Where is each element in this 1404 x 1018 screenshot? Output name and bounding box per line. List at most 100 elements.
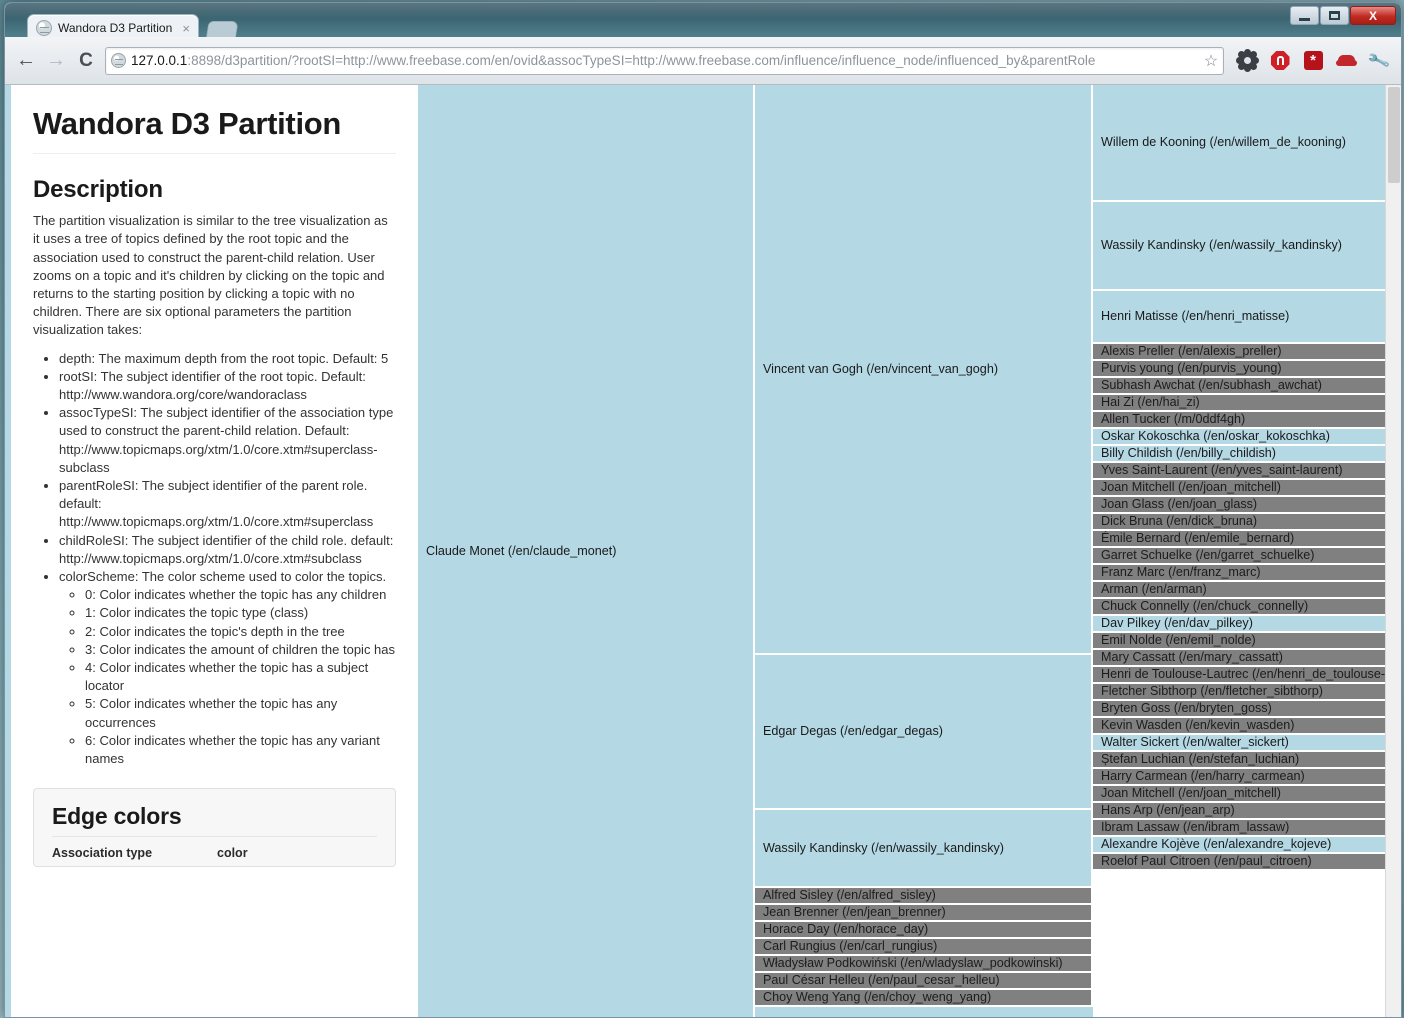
partition-cell[interactable]: Mary Cassatt (/en/mary_cassatt) <box>1093 650 1396 667</box>
red-sofa-icon[interactable] <box>1330 45 1362 77</box>
gear-icon[interactable] <box>1231 45 1263 77</box>
partition-cell[interactable]: Hans Arp (/en/jean_arp) <box>1093 803 1396 820</box>
maximize-button[interactable] <box>1320 6 1349 25</box>
desktop-background: Wandora D3 Partition × X ← → C 127.0.0.1… <box>0 0 1404 1018</box>
minimize-button[interactable] <box>1290 6 1319 25</box>
partition-cell-label: Joan Mitchell (/en/joan_mitchell) <box>1093 481 1281 494</box>
scrollbar-thumb[interactable] <box>1388 87 1400 183</box>
edge-colors-heading: Edge colors <box>52 803 377 830</box>
partition-cell[interactable]: Joan Mitchell (/en/joan_mitchell) <box>1093 786 1396 803</box>
partition-cell[interactable]: Subhash Awchat (/en/subhash_awchat) <box>1093 378 1396 395</box>
partition-cell[interactable]: Purvis young (/en/purvis_young) <box>1093 361 1396 378</box>
partition-cell-label: Horace Day (/en/horace_day) <box>755 923 928 936</box>
partition-cell-label: Allen Tucker (/m/0ddf4gh) <box>1093 413 1245 426</box>
list-item: 5: Color indicates whether the topic has… <box>85 695 396 731</box>
partition-cell[interactable]: Joan Glass (/en/joan_glass) <box>1093 497 1396 514</box>
partition-cell[interactable]: Kevin Wasden (/en/kevin_wasden) <box>1093 718 1396 735</box>
title-divider <box>33 153 396 154</box>
partition-cell[interactable]: Arman (/en/arman) <box>1093 582 1396 599</box>
partition-cell[interactable]: Edgar Degas (/en/edgar_degas) <box>755 655 1093 810</box>
partition-cell[interactable]: Carl Rungius (/en/carl_rungius) <box>755 939 1093 956</box>
partition-cell-label: Carl Rungius (/en/carl_rungius) <box>755 940 937 953</box>
adblock-stop-icon[interactable] <box>1264 45 1296 77</box>
url-text: 127.0.0.1:8898/d3partition/?rootSI=http:… <box>131 48 1201 74</box>
partition-cell[interactable]: Ibram Lassaw (/en/ibram_lassaw) <box>1093 820 1396 837</box>
partition-cell[interactable]: Dick Bruna (/en/dick_bruna) <box>1093 514 1396 531</box>
bookmark-star-icon[interactable]: ☆ <box>1201 51 1221 71</box>
partition-cell[interactable]: Hai Zi (/en/hai_zi) <box>1093 395 1396 412</box>
partition-cell-label: Billy Childish (/en/billy_childish) <box>1093 447 1276 460</box>
list-item-color-scheme: colorScheme: The color scheme used to co… <box>59 568 396 768</box>
list-item: 3: Color indicates the amount of childre… <box>85 641 396 659</box>
partition-cell[interactable]: Wassily Kandinsky (/en/wassily_kandinsky… <box>755 810 1093 888</box>
partition-cell[interactable]: Paul César Helleu (/en/paul_cesar_helleu… <box>755 973 1093 990</box>
partition-cell-label: Ibram Lassaw (/en/ibram_lassaw) <box>1093 821 1289 834</box>
partition-cell[interactable]: Choy Weng Yang (/en/choy_weng_yang) <box>755 990 1093 1007</box>
edge-colors-divider <box>52 836 377 837</box>
partition-cell[interactable]: Roelof Paul Citroen (/en/paul_citroen) <box>1093 854 1396 871</box>
partition-cell[interactable]: Willem de Kooning (/en/willem_de_kooning… <box>1093 85 1396 202</box>
partition-cell[interactable]: Claude Monet (/en/claude_monet) <box>418 85 755 1018</box>
partition-cell-label: Émile Bernard (/en/emile_bernard) <box>1093 532 1294 545</box>
close-icon[interactable]: × <box>180 22 192 35</box>
partition-cell-label: Alfred Sisley (/en/alfred_sisley) <box>755 889 936 902</box>
partition-cell-label: Kevin Wasden (/en/kevin_wasden) <box>1093 719 1294 732</box>
partition-cell[interactable]: Dav Pilkey (/en/dav_pilkey) <box>1093 616 1396 633</box>
partition-cell[interactable]: Oskar Kokoschka (/en/oskar_kokoschka) <box>1093 429 1396 446</box>
partition-cell[interactable]: Henri de Toulouse-Lautrec (/en/henri_de_… <box>1093 667 1396 684</box>
column-header-color: color <box>217 846 248 860</box>
partition-cell-label: Ștefan Luchian (/en/stefan_luchian) <box>1093 753 1299 766</box>
partition-cell[interactable]: Chuck Connelly (/en/chuck_connelly) <box>1093 599 1396 616</box>
tab-strip: Wandora D3 Partition × <box>5 3 1401 37</box>
partition-cell[interactable]: Allen Tucker (/m/0ddf4gh) <box>1093 412 1396 429</box>
partition-cell[interactable]: Władysław Podkowiński (/en/wladyslaw_pod… <box>755 956 1093 973</box>
partition-cell-label: Claude Monet (/en/claude_monet) <box>418 545 616 558</box>
partition-cell[interactable]: Bryten Goss (/en/bryten_goss) <box>1093 701 1396 718</box>
partition-cell[interactable]: Fletcher Sibthorp (/en/fletcher_sibthorp… <box>1093 684 1396 701</box>
partition-cell[interactable]: Wassily Kandinsky (/en/wassily_kandinsky… <box>1093 202 1396 291</box>
partition-cell[interactable]: Harry Carmean (/en/harry_carmean) <box>1093 769 1396 786</box>
column-header-association-type: Association type <box>52 846 217 860</box>
partition-cell[interactable]: Emil Nolde (/en/emil_nolde) <box>1093 633 1396 650</box>
list-item: 2: Color indicates the topic's depth in … <box>85 623 396 641</box>
wrench-icon[interactable]: 🔧 <box>1363 45 1395 77</box>
partition-cell-label: Yves Saint-Laurent (/en/yves_saint-laure… <box>1093 464 1343 477</box>
partition-cell-label: Henri de Toulouse-Lautrec (/en/henri_de_… <box>1093 668 1395 681</box>
partition-cell[interactable]: Vincent van Gogh (/en/vincent_van_gogh) <box>755 85 1093 655</box>
partition-cell-label: Subhash Awchat (/en/subhash_awchat) <box>1093 379 1322 392</box>
partition-cell[interactable]: Horace Day (/en/horace_day) <box>755 922 1093 939</box>
partition-cell-label: Emil Nolde (/en/emil_nolde) <box>1093 634 1256 647</box>
partition-cell[interactable]: Henri Matisse (/en/henri_matisse) <box>1093 291 1396 344</box>
partition-cell[interactable]: Yves Saint-Laurent (/en/yves_saint-laure… <box>1093 463 1396 480</box>
partition-cell-label: Jean Brenner (/en/jean_brenner) <box>755 906 946 919</box>
partition-visualization: Claude Monet (/en/claude_monet) Vincent v… <box>418 85 1396 1018</box>
partition-cell[interactable]: Walter Sickert (/en/walter_sickert) <box>1093 735 1396 752</box>
reload-button[interactable]: C <box>71 46 101 76</box>
partition-cell[interactable]: Alexis Preller (/en/alexis_preller) <box>1093 344 1396 361</box>
globe-icon <box>36 20 52 36</box>
partition-cell[interactable]: Jean Brenner (/en/jean_brenner) <box>755 905 1093 922</box>
edge-colors-panel: Edge colors Association type color <box>33 788 396 867</box>
back-button[interactable]: ← <box>11 46 41 76</box>
list-item: depth: The maximum depth from the root t… <box>59 350 396 368</box>
partition-cell-label: Edgar Degas (/en/edgar_degas) <box>755 725 943 738</box>
tab-title: Wandora D3 Partition <box>58 21 180 35</box>
partition-cell[interactable]: Émile Bernard (/en/emile_bernard) <box>1093 531 1396 548</box>
window-titlebar: Wandora D3 Partition × X <box>5 3 1401 37</box>
close-button[interactable]: X <box>1350 6 1396 25</box>
browser-toolbar: ← → C 127.0.0.1:8898/d3partition/?rootSI… <box>5 37 1401 85</box>
partition-cell[interactable]: Billy Childish (/en/billy_childish) <box>1093 446 1396 463</box>
partition-cell[interactable]: Ștefan Luchian (/en/stefan_luchian) <box>1093 752 1396 769</box>
list-item: childRoleSI: The subject identifier of t… <box>59 532 396 568</box>
partition-cell-label: Bryten Goss (/en/bryten_goss) <box>1093 702 1272 715</box>
red-asterisk-icon[interactable]: * <box>1297 45 1329 77</box>
partition-cell[interactable]: Alexandre Kojève (/en/alexandre_kojeve) <box>1093 837 1396 854</box>
partition-cell[interactable]: Garret Schuelke (/en/garret_schuelke) <box>1093 548 1396 565</box>
partition-cell[interactable]: Franz Marc (/en/franz_marc) <box>1093 565 1396 582</box>
address-bar[interactable]: 127.0.0.1:8898/d3partition/?rootSI=http:… <box>105 47 1224 75</box>
forward-button[interactable]: → <box>41 46 71 76</box>
page-scrollbar[interactable] <box>1385 85 1401 1018</box>
partition-cell[interactable]: Alfred Sisley (/en/alfred_sisley) <box>755 888 1093 905</box>
partition-cell-label: Mary Cassatt (/en/mary_cassatt) <box>1093 651 1283 664</box>
partition-cell[interactable]: Joan Mitchell (/en/joan_mitchell) <box>1093 480 1396 497</box>
